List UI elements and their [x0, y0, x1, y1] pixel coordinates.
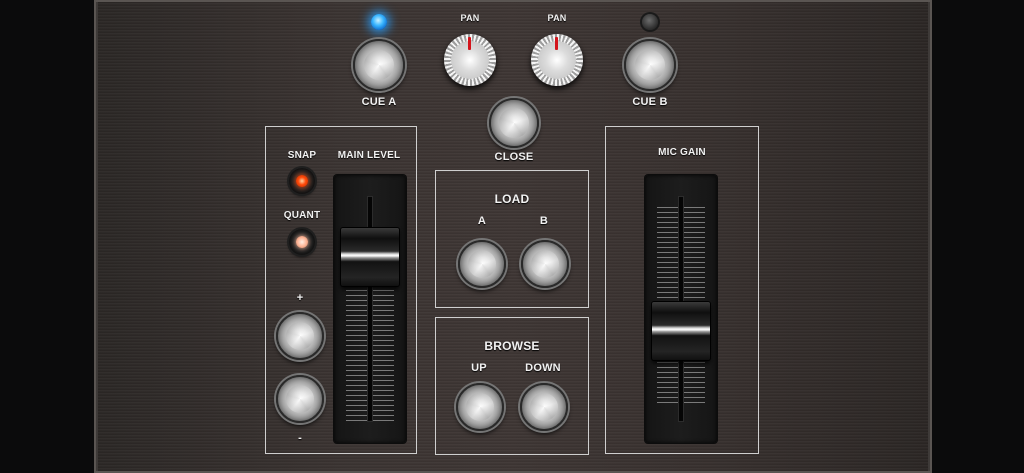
- browse-up-label: UP: [471, 362, 487, 374]
- load-title: LOAD: [494, 192, 530, 206]
- level-minus-button[interactable]: [276, 375, 324, 423]
- load-b-label: B: [539, 215, 549, 227]
- level-plus-button[interactable]: [276, 312, 324, 360]
- browse-up-button[interactable]: [456, 383, 504, 431]
- close-button[interactable]: [489, 98, 539, 148]
- cue-b-label: CUE B: [632, 96, 668, 108]
- mic-gain-fader[interactable]: [645, 175, 717, 443]
- load-b-button[interactable]: [521, 240, 569, 288]
- load-a-button[interactable]: [458, 240, 506, 288]
- minus-label: -: [298, 432, 302, 444]
- main-level-label: MAIN LEVEL: [337, 150, 401, 161]
- snap-label: SNAP: [287, 150, 317, 161]
- load-a-label: A: [477, 215, 487, 227]
- main-level-fader[interactable]: [334, 175, 406, 443]
- mic-gain-title: MIC GAIN: [658, 147, 706, 158]
- knob-indicator: [468, 37, 471, 50]
- pan-left-label: PAN: [460, 13, 480, 23]
- plus-label: +: [296, 292, 304, 304]
- pan-right-knob[interactable]: [531, 34, 583, 86]
- load-section-box: [435, 170, 589, 308]
- browse-down-button[interactable]: [520, 383, 568, 431]
- mic-gain-fader-thumb[interactable]: [652, 302, 710, 361]
- cue-b-led: [642, 14, 658, 30]
- pan-left-knob[interactable]: [444, 34, 496, 86]
- cue-b-button[interactable]: [624, 39, 676, 91]
- pan-right-label: PAN: [547, 13, 567, 23]
- browse-title: BROWSE: [484, 339, 540, 353]
- main-level-fader-thumb[interactable]: [341, 227, 399, 286]
- snap-button[interactable]: [289, 168, 315, 194]
- browse-section-box: [435, 317, 589, 455]
- browse-down-label: DOWN: [525, 362, 561, 374]
- cue-a-button[interactable]: [353, 39, 405, 91]
- cue-a-label: CUE A: [361, 96, 397, 108]
- quant-label: QUANT: [283, 210, 321, 221]
- snap-light: [296, 175, 308, 187]
- mixer-panel: CUE A PAN PAN CUE B CLOSE SNAP QUANT + -…: [94, 0, 932, 473]
- quant-button[interactable]: [289, 229, 315, 255]
- close-label: CLOSE: [494, 151, 534, 163]
- quant-light: [296, 236, 308, 248]
- cue-a-led: [371, 14, 387, 30]
- knob-indicator: [555, 37, 558, 50]
